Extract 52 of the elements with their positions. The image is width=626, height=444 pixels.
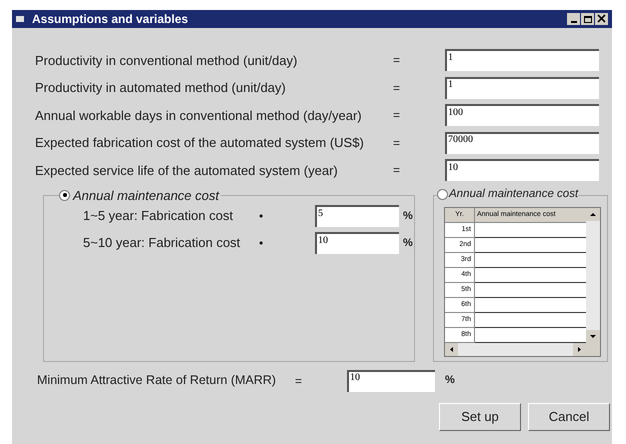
close-icon[interactable]: [595, 13, 608, 25]
setup-button[interactable]: Set up: [439, 402, 521, 430]
field-label: Productivity in automated method (unit/day): [35, 79, 287, 97]
multiply-sign: •: [259, 208, 264, 225]
table-cell[interactable]: [475, 268, 586, 283]
input-field[interactable]: 10: [445, 159, 599, 182]
input-field[interactable]: 5: [315, 205, 399, 227]
percent-sign: %: [403, 236, 413, 251]
minimize-icon[interactable]: [567, 13, 580, 25]
maximize-icon[interactable]: [581, 13, 594, 25]
table-cell[interactable]: [475, 328, 586, 343]
field-label: 5~10 year: Fabrication cost: [83, 234, 242, 252]
radio-button[interactable]: [437, 188, 448, 200]
equals-sign: =: [393, 52, 402, 70]
field-label: Expected fabrication cost of the automated system (US$): [35, 134, 365, 152]
window-title: Assumptions and variables: [32, 11, 188, 28]
input-field[interactable]: 1: [445, 49, 599, 72]
table-cell[interactable]: [475, 282, 586, 298]
percent-sign: %: [445, 373, 455, 388]
scroll-up-icon[interactable]: [586, 208, 600, 221]
input-field[interactable]: 70000: [445, 132, 599, 154]
table-cell[interactable]: [475, 238, 586, 253]
equals-sign: =: [295, 372, 304, 390]
input-field[interactable]: 100: [445, 104, 599, 126]
field-label: 1~5 year: Fabrication cost: [83, 207, 234, 226]
scroll-down-icon[interactable]: [586, 330, 600, 343]
field-label: Annual workable days in conventional method (day/year): [35, 106, 363, 125]
vertical-scrollbar[interactable]: [586, 208, 600, 343]
radio-label[interactable]: Annual maintenance cost: [449, 186, 578, 203]
horizontal-scrollbar[interactable]: [445, 342, 586, 356]
equals-sign: =: [393, 107, 402, 124]
input-field[interactable]: 10: [347, 370, 435, 392]
cancel-button[interactable]: Cancel: [528, 402, 610, 430]
percent-sign: %: [403, 208, 413, 224]
field-label: Expected service life of the automated system (year): [35, 162, 339, 180]
scroll-right-icon[interactable]: [573, 342, 586, 356]
field-label: Minimum Attractive Rate of Return (MARR): [37, 372, 277, 390]
input-field[interactable]: 1: [445, 76, 599, 99]
table-cell[interactable]: [475, 252, 586, 268]
table-cell[interactable]: [475, 312, 586, 328]
multiply-sign: •: [259, 235, 264, 252]
equals-sign: =: [393, 134, 402, 152]
equals-sign: =: [393, 162, 402, 180]
table-cell[interactable]: [475, 298, 586, 313]
field-label: Productivity in conventional method (unit/day): [35, 52, 298, 70]
input-field[interactable]: 10: [315, 232, 399, 254]
table-cell[interactable]: [475, 222, 586, 238]
equals-sign: =: [393, 80, 402, 97]
scroll-left-icon[interactable]: [445, 342, 458, 356]
radio-button[interactable]: [59, 190, 70, 201]
window-icon: [16, 15, 26, 23]
radio-label[interactable]: Annual maintenance cost: [73, 186, 219, 205]
